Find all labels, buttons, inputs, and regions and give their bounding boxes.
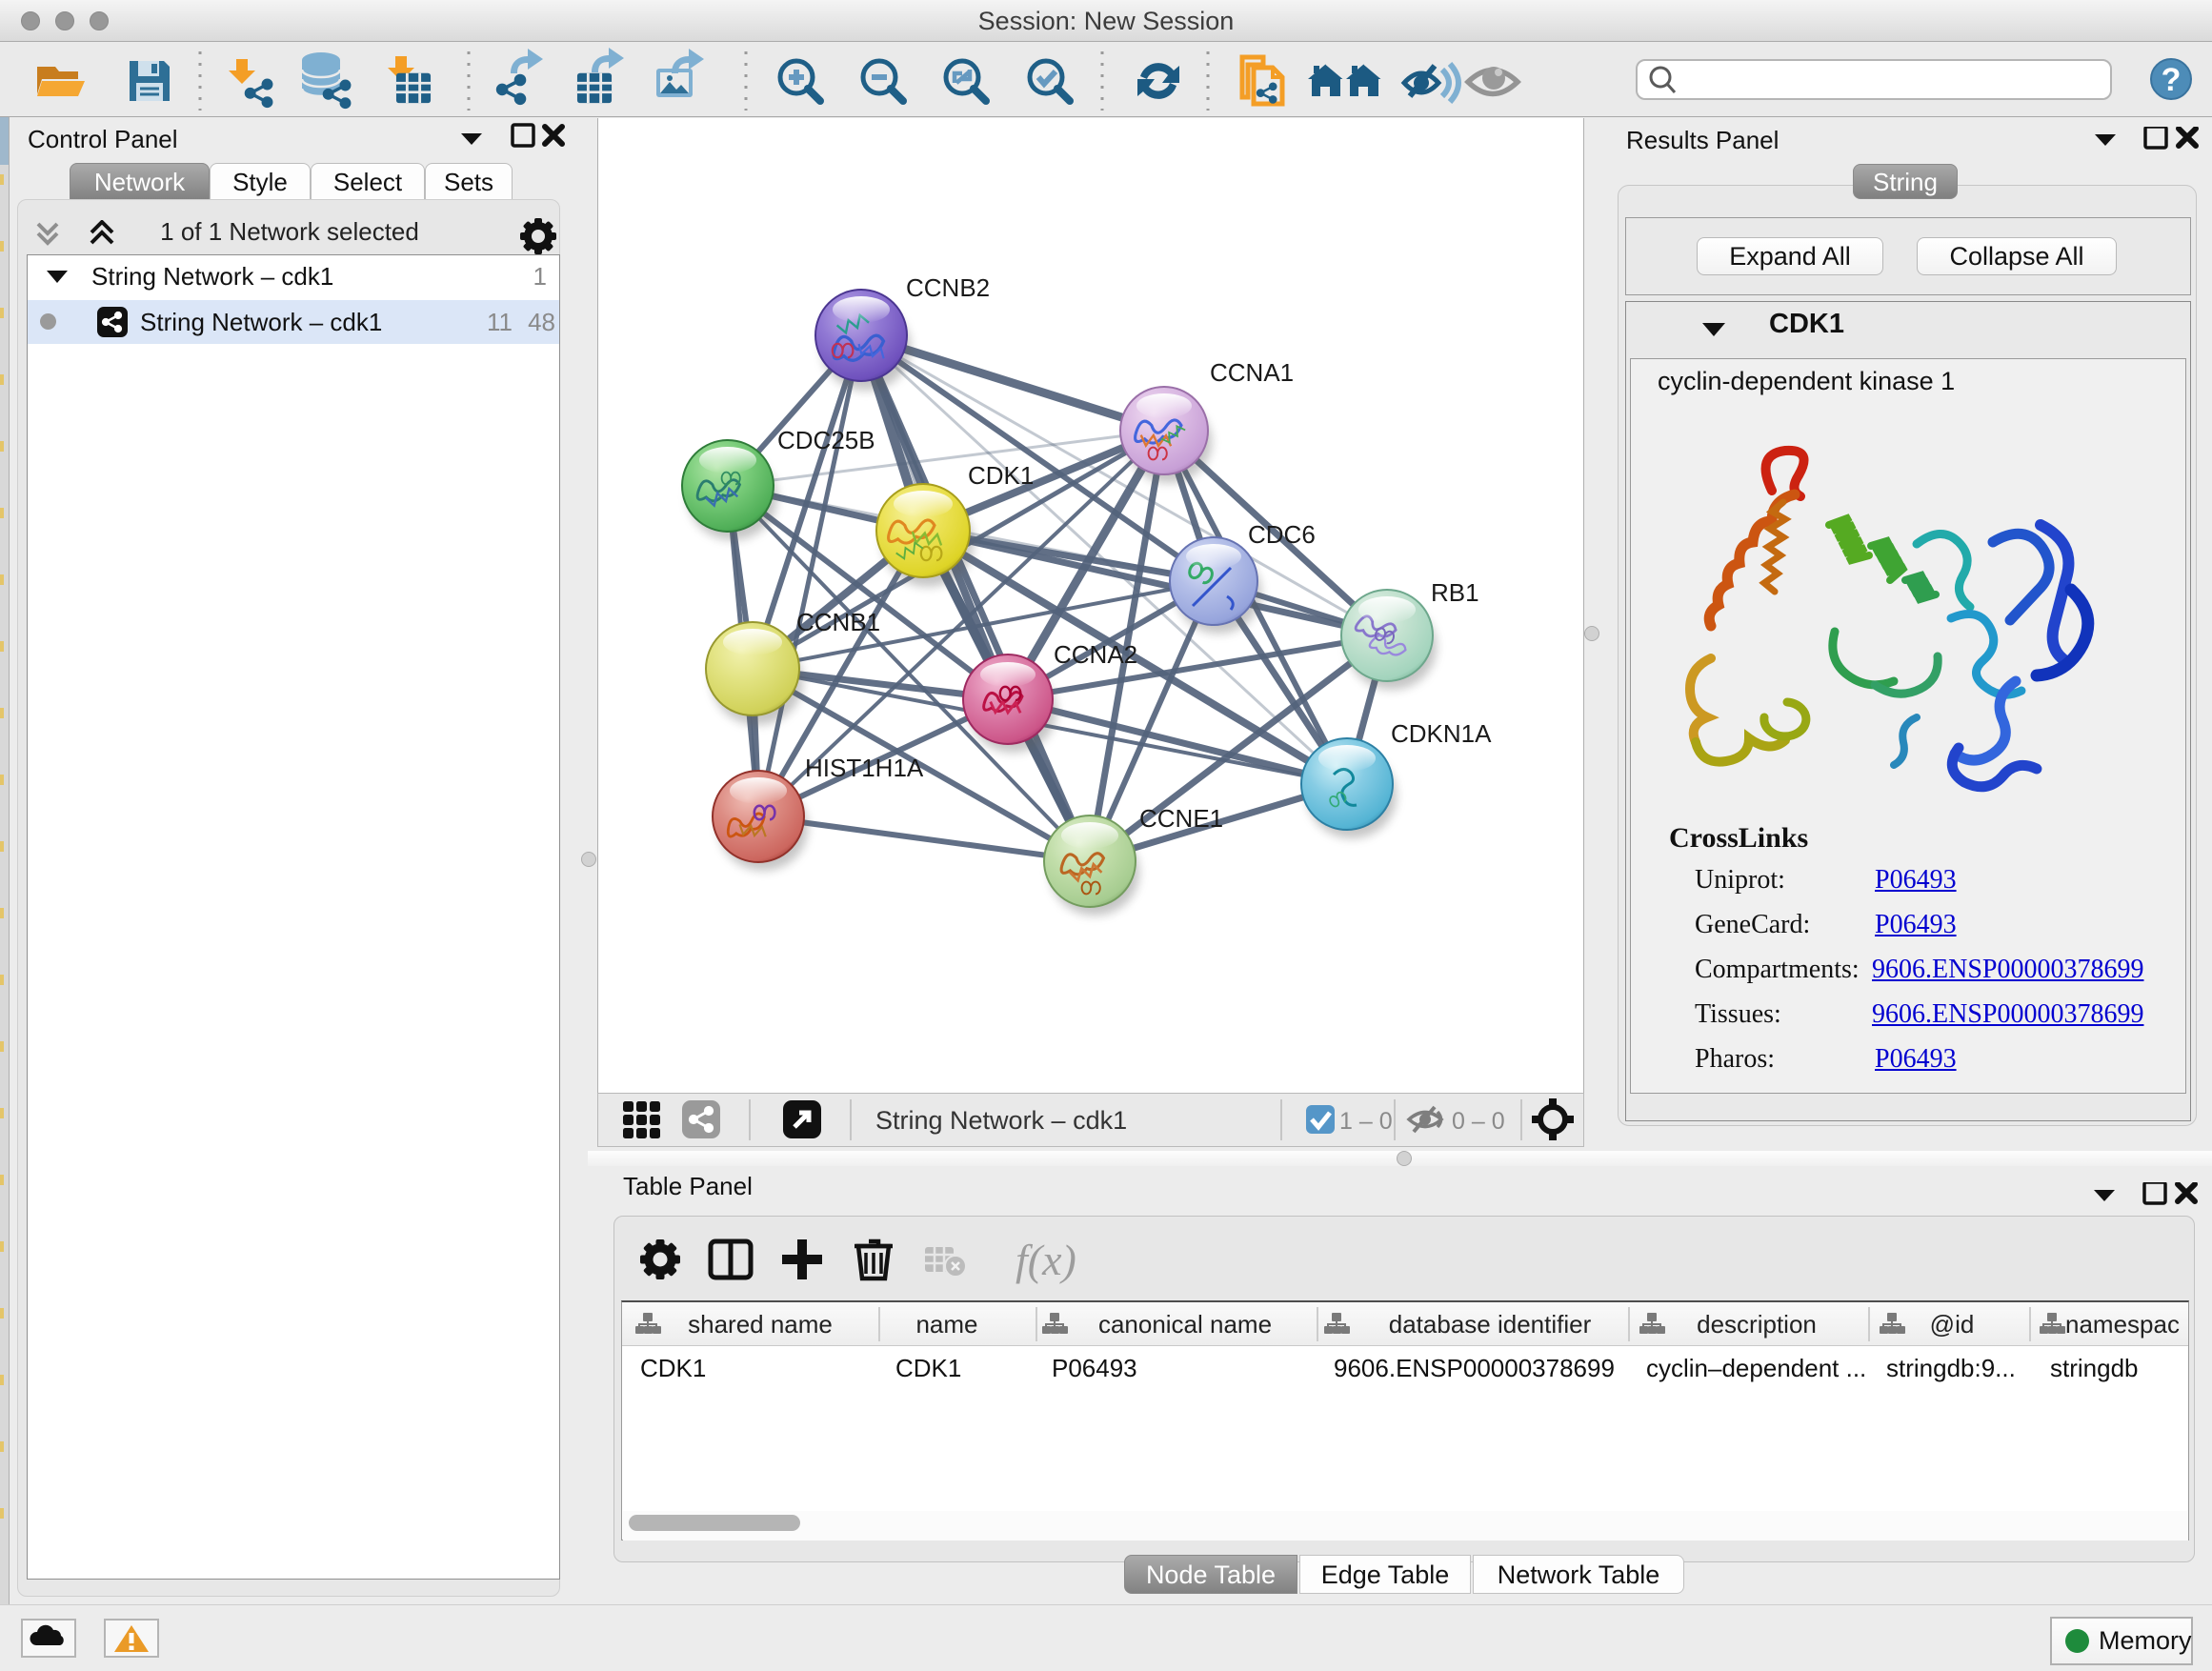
- svg-text:database identifier: database identifier: [1389, 1310, 1592, 1339]
- svg-text:CCNA2: CCNA2: [1054, 640, 1137, 669]
- svg-text:HIST1H1A: HIST1H1A: [805, 754, 924, 782]
- svg-text:CCNE1: CCNE1: [1139, 804, 1223, 833]
- svg-text:name: name: [915, 1310, 977, 1339]
- svg-text:RB1: RB1: [1431, 578, 1479, 607]
- svg-text:String Network – cdk1: String Network – cdk1: [875, 1106, 1127, 1135]
- svg-text:CDKN1A: CDKN1A: [1391, 719, 1492, 748]
- svg-text:1 – 0: 1 – 0: [1339, 1108, 1393, 1135]
- svg-text:description: description: [1697, 1310, 1817, 1339]
- svg-text:?: ?: [2162, 62, 2182, 98]
- svg-text:@id: @id: [1930, 1310, 1975, 1339]
- svg-text:CDC6: CDC6: [1248, 520, 1316, 549]
- svg-text:CCNB1: CCNB1: [796, 608, 880, 636]
- svg-text:0 – 0: 0 – 0: [1452, 1108, 1505, 1135]
- svg-text:canonical name: canonical name: [1098, 1310, 1272, 1339]
- svg-text:f(x): f(x): [1016, 1236, 1076, 1284]
- svg-text:namespac: namespac: [2065, 1310, 2180, 1339]
- svg-text:CCNA1: CCNA1: [1210, 358, 1294, 387]
- svg-text:CCNB2: CCNB2: [906, 273, 990, 302]
- svg-text:CDC25B: CDC25B: [777, 426, 875, 454]
- svg-text:shared name: shared name: [688, 1310, 833, 1339]
- svg-text:CDK1: CDK1: [968, 461, 1034, 490]
